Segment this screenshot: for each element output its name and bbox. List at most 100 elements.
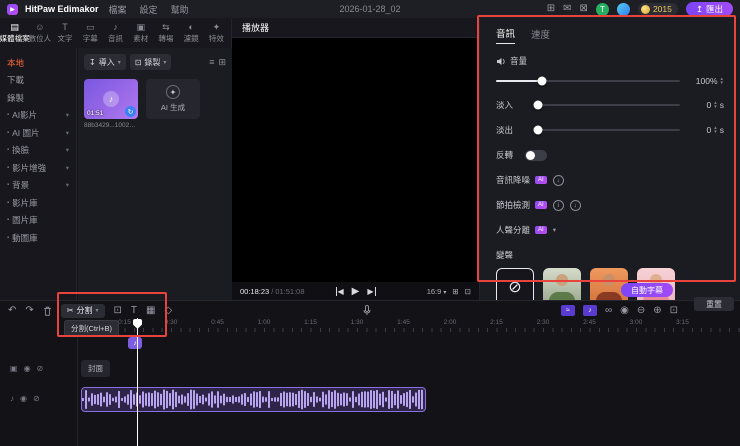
fit-timeline-icon[interactable]: ⊡ [670, 305, 678, 316]
zoom-out-icon[interactable]: ⊖ [637, 305, 645, 316]
voice-option-male[interactable] [543, 268, 581, 300]
sidebar-item-image-library[interactable]: ▪ 圖片庫 [0, 212, 76, 230]
timeline-ruler[interactable]: 0:15 0:30 0:45 1:00 1:15 1:30 1:45 2:00 2:15 2:30… [78, 319, 740, 333]
link-icon[interactable]: ∞ [605, 305, 612, 316]
zoom-in-icon[interactable]: ⊕ [653, 305, 661, 316]
tab-speed[interactable]: 速度 [531, 27, 550, 44]
microphone-icon[interactable] [363, 305, 371, 316]
track-thumb-icon[interactable]: ▣ [10, 364, 18, 373]
tab-effects[interactable]: ✦ 特效 [204, 22, 229, 44]
sidebar-item-face-swap[interactable]: ▪ 換臉 ▾ [0, 142, 76, 160]
stepper-icons[interactable]: ▲ ▼ [713, 125, 717, 134]
split-label: 分割 [76, 306, 93, 315]
sidebar-item-video-enhance[interactable]: ▪ 影片增強 ▾ [0, 159, 76, 177]
lock-icon[interactable]: ⊘ [33, 394, 40, 403]
reverse-toggle[interactable] [525, 149, 548, 161]
tab-transitions[interactable]: ⇆ 轉場 [153, 22, 178, 44]
stepper-icons[interactable]: ▲ ▼ [720, 76, 724, 85]
stepper-icons[interactable]: ▲ ▼ [713, 100, 717, 109]
tab-filters[interactable]: ◐ 濾鏡 [179, 22, 204, 44]
menu-file[interactable]: 檔案 [106, 3, 130, 16]
slider-knob[interactable] [533, 100, 543, 110]
sync-badge-icon: ↻ [125, 106, 136, 117]
voice-option-none[interactable]: ⊘ [496, 268, 534, 300]
player-tab[interactable]: 播放器 [242, 21, 269, 34]
message-icon[interactable]: ✉ [563, 4, 571, 14]
track-audio-icon[interactable]: ♪ [10, 394, 14, 403]
tab-media-files[interactable]: ▤ 媒體檔案 [0, 22, 30, 44]
split-button[interactable]: ✂ 分割 ▾ [60, 303, 105, 318]
info-icon[interactable]: i [552, 199, 564, 211]
audio-wave-tool-icon[interactable]: ≈ [560, 305, 575, 316]
aspect-ratio-select[interactable]: 16:9 ▾ [427, 287, 447, 296]
export-button[interactable]: ↥ 匯出 [685, 2, 733, 16]
auto-subtitle-button[interactable]: 自動字幕 [621, 283, 673, 297]
slider-knob[interactable] [537, 76, 547, 86]
keyframe-icon[interactable]: ◇ [164, 305, 172, 316]
lock-icon[interactable]: ⊘ [37, 364, 44, 373]
fade-out-slider[interactable] [533, 125, 680, 135]
audio-clip[interactable] [81, 387, 426, 412]
prev-frame-icon[interactable]: ◀ [335, 286, 344, 296]
fade-out-value-box[interactable]: 0 ▲ ▼ s [688, 125, 724, 135]
media-item[interactable]: ♪ 01:51 ↻ 88b3429...1002231 [84, 79, 138, 129]
reset-button[interactable]: 重置 [694, 297, 734, 311]
record-button[interactable]: ⊡ 錄製 ▾ [129, 54, 172, 70]
sidebar-item-download[interactable]: 下載 [0, 72, 76, 90]
sidebar-item-ai-image[interactable]: ▪ AI 圖片 ▾ [0, 124, 76, 142]
sidebar-item-label: AI影片 [12, 110, 38, 121]
import-button[interactable]: ↧ 導入 ▾ [84, 54, 126, 70]
tab-subtitle[interactable]: ▭ 字幕 [78, 22, 103, 44]
sidebar-item-background[interactable]: ▪ 背景 ▾ [0, 177, 76, 195]
tab-digital-human[interactable]: ☺ 數位人 [27, 22, 52, 44]
avatar-2[interactable] [616, 2, 630, 16]
chevron-down-icon[interactable]: ▾ [553, 226, 556, 234]
play-icon[interactable]: ▶ [352, 286, 360, 297]
add-text-icon[interactable]: T [131, 305, 137, 316]
ai-generate-tile[interactable]: ✦ AI 生成 [146, 79, 200, 119]
next-frame-icon[interactable]: ▶ [367, 286, 376, 296]
tab-text[interactable]: T 文字 [52, 22, 77, 44]
grid-view-icon[interactable]: ⊞ [218, 57, 226, 68]
slider-knob[interactable] [533, 125, 543, 135]
audio-note-tool-icon[interactable]: ♪ [582, 305, 597, 316]
tab-stickers[interactable]: ▣ 素材 [128, 22, 153, 44]
sort-icon[interactable]: ≡ [209, 57, 214, 68]
menu-settings[interactable]: 設定 [137, 3, 161, 16]
video-preview[interactable] [232, 38, 479, 282]
sidebar-item-gif-library[interactable]: ▪ 動圖庫 [0, 229, 76, 247]
volume-slider[interactable] [496, 76, 680, 86]
download-icon[interactable]: ↓ [552, 174, 564, 186]
tab-audio-properties[interactable]: 音訊 [496, 26, 516, 44]
eye-icon[interactable]: ◉ [24, 364, 31, 373]
fullscreen-icon[interactable]: ⊡ [465, 287, 471, 296]
menu-help[interactable]: 幫助 [168, 3, 192, 16]
chevron-down-icon: ▾ [95, 308, 99, 314]
coins-badge[interactable]: 2015 [637, 3, 678, 15]
fade-in-slider[interactable] [533, 100, 680, 110]
volume-value-box[interactable]: 100% ▲ ▼ [688, 76, 724, 86]
sidebar-item-local[interactable]: 本地 [0, 54, 76, 72]
download-icon[interactable]: ↓ [569, 199, 581, 211]
media-grid: ♪ 01:51 ↻ 88b3429...1002231 ✦ AI 生成 [84, 79, 226, 129]
magnet-icon[interactable]: ◉ [620, 305, 629, 316]
safe-area-icon[interactable]: ⊞ [452, 287, 458, 296]
avatar[interactable]: T [595, 2, 609, 16]
crop-icon[interactable]: ⊡ [114, 305, 122, 316]
sidebar-item-record[interactable]: 錄製 [0, 89, 76, 107]
undo-icon[interactable]: ↶ [8, 305, 16, 316]
media-thumbnail[interactable]: ♪ 01:51 ↻ [84, 79, 138, 119]
eye-icon[interactable]: ◉ [20, 394, 27, 403]
sidebar-item-ai-video[interactable]: ▪ AI影片 ▾ [0, 107, 76, 125]
pip-icon[interactable]: ▦ [146, 305, 155, 316]
gift-icon[interactable]: ⊠ [580, 4, 588, 14]
cover-button[interactable]: 封面 [81, 360, 110, 377]
tab-audio[interactable]: ♪ 音訊 [103, 22, 128, 44]
playhead[interactable] [137, 318, 139, 446]
record-icon: ⊡ [134, 57, 142, 67]
sidebar-item-video-library[interactable]: ▪ 影片庫 [0, 194, 76, 212]
apps-icon[interactable]: ⊞ [547, 4, 555, 14]
trash-icon[interactable] [43, 306, 52, 316]
redo-icon[interactable]: ↷ [25, 305, 33, 316]
fade-in-value-box[interactable]: 0 ▲ ▼ s [688, 100, 724, 110]
